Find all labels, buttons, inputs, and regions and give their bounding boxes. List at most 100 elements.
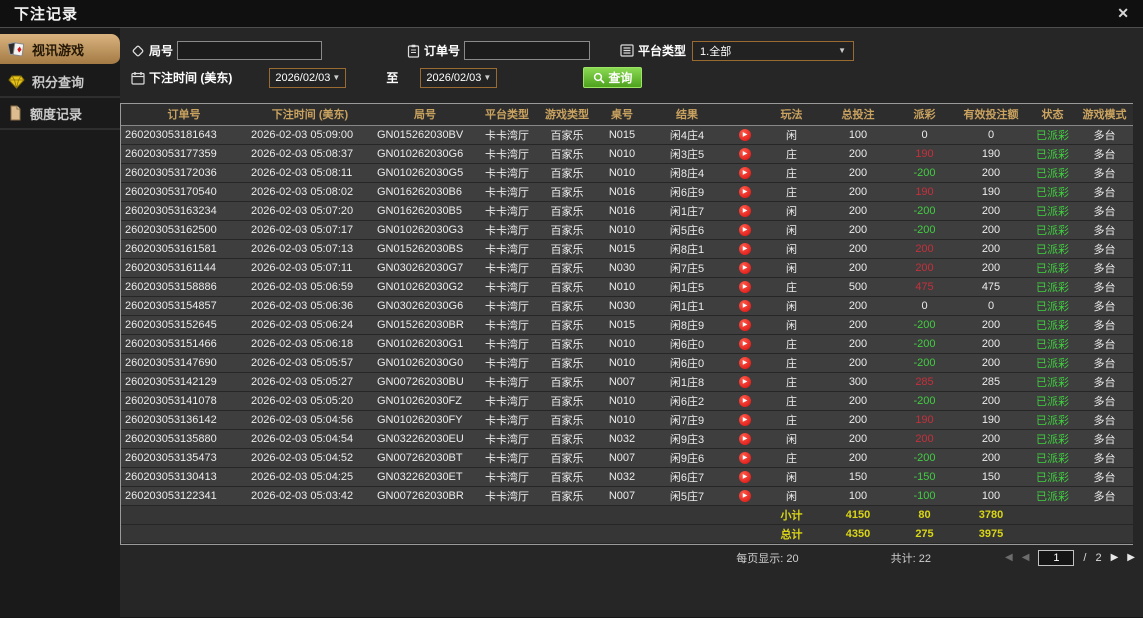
cell-bet-time: 2026-02-03 05:06:24 xyxy=(247,314,373,335)
cell-replay: ▶ xyxy=(727,314,763,335)
cell-result: 闲8庄1 xyxy=(647,238,727,259)
cell-platform: 卡卡湾厅 xyxy=(477,257,537,278)
cell-game-mode: 多台 xyxy=(1076,276,1133,297)
replay-icon[interactable]: ▶ xyxy=(739,299,751,312)
sidebar-item-points-query[interactable]: 积分查询 xyxy=(0,66,120,98)
column-header: 桌号 xyxy=(597,104,647,126)
grand-total-spacer xyxy=(1029,523,1133,544)
cell-replay: ▶ xyxy=(727,238,763,259)
subtotal-spacer xyxy=(121,504,763,525)
page-input[interactable] xyxy=(1038,549,1075,566)
close-icon[interactable]: ✕ xyxy=(1117,5,1129,22)
cell-result: 闲5庄7 xyxy=(647,485,727,506)
round-no-input[interactable] xyxy=(177,41,323,60)
cell-total-bet: 200 xyxy=(820,390,896,411)
column-header: 有效投注额 xyxy=(953,104,1029,126)
order-no-input[interactable] xyxy=(464,41,591,60)
cell-game-mode: 多台 xyxy=(1076,124,1133,145)
platform-type-select[interactable]: 1.全部 ▼ xyxy=(692,40,855,61)
replay-icon[interactable]: ▶ xyxy=(739,242,751,255)
cell-game-mode: 多台 xyxy=(1076,333,1133,354)
cell-game-type: 百家乐 xyxy=(537,466,597,487)
cell-game-type: 百家乐 xyxy=(537,314,597,335)
column-header: 总投注 xyxy=(820,104,896,126)
replay-icon[interactable]: ▶ xyxy=(739,128,751,141)
replay-icon[interactable]: ▶ xyxy=(739,489,751,502)
cell-round-no: GN010262030FY xyxy=(373,409,477,430)
cell-replay: ▶ xyxy=(727,333,763,354)
cell-round-no: GN007262030BT xyxy=(373,447,477,468)
cell-payout: 190 xyxy=(896,409,953,430)
replay-icon[interactable]: ▶ xyxy=(739,375,751,388)
replay-icon[interactable]: ▶ xyxy=(739,451,751,464)
cell-game-type: 百家乐 xyxy=(537,333,597,354)
diamond-icon xyxy=(8,75,25,89)
betting-table: 订单号 下注时间 (美东) 局号 平台类型 游戏类型 桌号 结果 玩法 总投注 派彩 有效投注额 状态… xyxy=(120,103,1133,545)
first-page-icon[interactable]: ◀ xyxy=(1005,552,1013,563)
cell-platform: 卡卡湾厅 xyxy=(477,200,537,221)
replay-icon[interactable]: ▶ xyxy=(739,337,751,350)
cell-total-bet: 200 xyxy=(820,257,896,278)
sidebar-item-video-games[interactable]: 视讯游戏 xyxy=(0,34,120,66)
cell-platform: 卡卡湾厅 xyxy=(477,162,537,183)
page-separator: / xyxy=(1083,551,1087,564)
cell-payout: -200 xyxy=(896,352,953,373)
replay-icon[interactable]: ▶ xyxy=(739,413,751,426)
cell-game-type: 百家乐 xyxy=(537,143,597,164)
replay-icon[interactable]: ▶ xyxy=(739,318,751,331)
table-row: 260203053135880 2026-02-03 05:04:54 GN0322… xyxy=(121,428,1133,449)
replay-icon[interactable]: ▶ xyxy=(739,432,751,445)
cell-replay: ▶ xyxy=(727,390,763,411)
date-to-select[interactable]: 2026/02/03 ▼ xyxy=(420,67,498,88)
cell-order-no: 260203053162500 xyxy=(121,219,247,240)
replay-icon[interactable]: ▶ xyxy=(739,223,751,236)
cell-game-type: 百家乐 xyxy=(537,181,597,202)
cell-bet-time: 2026-02-03 05:07:11 xyxy=(247,257,373,278)
grand-total-spacer xyxy=(121,523,763,544)
date-from-select[interactable]: 2026/02/03 ▼ xyxy=(269,67,347,88)
cell-round-no: GN032262030EU xyxy=(373,428,477,449)
cell-table-no: N010 xyxy=(597,352,647,373)
table-row: 260203053161144 2026-02-03 05:07:11 GN0302… xyxy=(121,257,1133,278)
replay-icon[interactable]: ▶ xyxy=(739,185,751,198)
prev-page-icon[interactable]: ◀ xyxy=(1022,552,1030,563)
cell-payout: 200 xyxy=(896,257,953,278)
table-row: 260203053170540 2026-02-03 05:08:02 GN0162… xyxy=(121,181,1133,202)
cell-platform: 卡卡湾厅 xyxy=(477,314,537,335)
replay-icon[interactable]: ▶ xyxy=(739,394,751,407)
replay-icon[interactable]: ▶ xyxy=(739,147,751,160)
cell-bet-time: 2026-02-03 05:03:42 xyxy=(247,485,373,506)
replay-icon[interactable]: ▶ xyxy=(739,470,751,483)
replay-icon[interactable]: ▶ xyxy=(739,261,751,274)
next-page-icon[interactable]: ▶ xyxy=(1111,552,1119,563)
replay-icon[interactable]: ▶ xyxy=(739,356,751,369)
total-pages: 2 xyxy=(1095,551,1102,564)
cell-bet-time: 2026-02-03 05:04:54 xyxy=(247,428,373,449)
cell-status: 已派彩 xyxy=(1029,295,1076,316)
clipboard-icon xyxy=(407,44,420,58)
cell-game-mode: 多台 xyxy=(1076,390,1133,411)
cell-total-bet: 150 xyxy=(820,466,896,487)
cell-total-bet: 200 xyxy=(820,238,896,259)
cell-order-no: 260203053122341 xyxy=(121,485,247,506)
replay-icon[interactable]: ▶ xyxy=(739,166,751,179)
cell-play-method: 闲 xyxy=(763,257,820,278)
cell-status: 已派彩 xyxy=(1029,485,1076,506)
platform-type-value: 1.全部 xyxy=(700,45,732,58)
cell-play-method: 闲 xyxy=(763,314,820,335)
cell-game-type: 百家乐 xyxy=(537,162,597,183)
cell-table-no: N016 xyxy=(597,200,647,221)
chevron-down-icon: ▼ xyxy=(332,73,341,82)
subtotal-total-bet: 4150 xyxy=(820,504,896,525)
replay-icon[interactable]: ▶ xyxy=(739,280,751,293)
replay-icon[interactable]: ▶ xyxy=(739,204,751,217)
sidebar-item-label: 视讯游戏 xyxy=(32,42,85,58)
cell-round-no: GN010262030G1 xyxy=(373,333,477,354)
last-page-icon[interactable]: ▶ xyxy=(1127,552,1135,563)
cell-status: 已派彩 xyxy=(1029,409,1076,430)
cell-game-type: 百家乐 xyxy=(537,200,597,221)
order-no-label: 订单号 xyxy=(424,44,461,58)
query-button[interactable]: 查询 xyxy=(583,67,643,88)
cell-platform: 卡卡湾厅 xyxy=(477,390,537,411)
sidebar-item-quota-records[interactable]: 额度记录 xyxy=(0,98,120,130)
